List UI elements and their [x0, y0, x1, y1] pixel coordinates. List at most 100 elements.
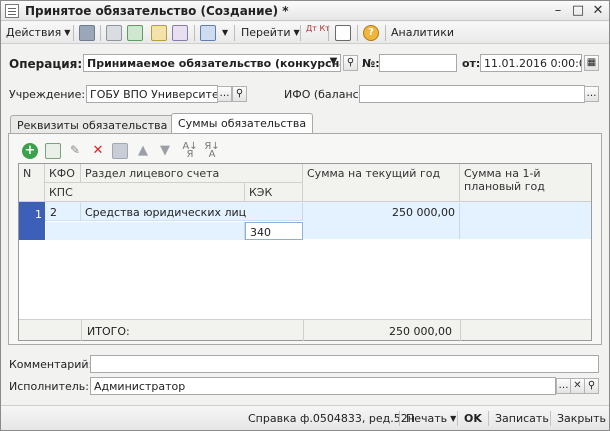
close-button[interactable]: ✕ [589, 3, 607, 19]
goto-menu[interactable]: Перейти ▼ [241, 26, 300, 39]
operation-search-icon[interactable]: ⚲ [343, 55, 358, 71]
footer-divider [460, 320, 461, 341]
goto-label: Перейти [241, 26, 291, 39]
print-label: Печать [406, 412, 448, 425]
bottom-bar: Справка ф.0504833, ред.52н Печать ▼ OK За… [1, 405, 609, 430]
calendar-icon[interactable]: ▦ [584, 55, 599, 71]
document-window: Принятое обязательство (Создание) * – □ … [0, 0, 610, 431]
toolbar-separator [234, 25, 235, 41]
based-on-icon[interactable] [200, 25, 216, 41]
toolbar-separator [300, 25, 301, 41]
help-icon[interactable]: ? [363, 25, 379, 41]
number-label: №: [362, 57, 380, 70]
print-menu[interactable]: Печать ▼ [406, 412, 456, 425]
dt-kt-icon[interactable]: Дт Кт [306, 25, 330, 33]
bottom-separator [399, 411, 400, 426]
reference-button[interactable]: Справка ф.0504833, ред.52н [248, 412, 415, 425]
document-icon [5, 4, 19, 18]
toolbar-separator [357, 25, 358, 41]
analytics-button[interactable]: Аналитики [391, 26, 454, 39]
cell-kps[interactable] [46, 222, 245, 240]
journal-icon[interactable] [335, 25, 351, 41]
total-sum-plan1 [462, 322, 587, 328]
column-header-kps[interactable]: КПС [45, 183, 245, 202]
column-header-sum-current[interactable]: Сумма на текущий год [303, 164, 460, 202]
column-header-n[interactable]: N [19, 164, 45, 202]
maximize-button[interactable]: □ [569, 3, 587, 19]
minimize-button[interactable]: – [549, 3, 567, 19]
toolbar: Действия ▼ ▼ Перейти ▼ Дт Кт ? Аналитики [1, 22, 609, 44]
toolbar-separator [385, 25, 386, 41]
window-title: Принятое обязательство (Создание) * [25, 4, 289, 18]
bottom-separator [457, 411, 458, 426]
executor-search-icon[interactable]: ⚲ [584, 378, 599, 394]
row-number: 1 [35, 208, 42, 221]
date-field[interactable]: 11.01.2016 0:00:00 [480, 54, 582, 72]
executor-clear-icon[interactable]: ✕ [570, 378, 585, 394]
based-on-dropdown[interactable]: ▼ [219, 26, 228, 39]
institution-label: Учреждение: [9, 88, 86, 101]
column-header-kek[interactable]: КЭК [245, 183, 303, 202]
move-down-icon[interactable]: ▼ [157, 143, 173, 159]
executor-field[interactable]: Администратор [90, 377, 556, 395]
executor-select-icon[interactable]: … [556, 378, 571, 394]
comment-field[interactable] [90, 355, 599, 373]
operation-label: Операция: [9, 57, 83, 71]
ifo-label: ИФО (баланс): [284, 88, 367, 101]
unpost-document-icon[interactable] [172, 25, 188, 41]
chevron-down-icon: ▼ [64, 28, 71, 37]
total-sum-current: 250 000,00 [389, 325, 452, 338]
sort-descending-icon[interactable]: Я↓ A [204, 142, 220, 160]
edit-row-icon[interactable]: ✎ [67, 143, 83, 159]
copy-icon[interactable] [106, 25, 122, 41]
cell-sum-current[interactable]: 250 000,00 [303, 203, 460, 239]
executor-label: Исполнитель: [9, 380, 89, 393]
ifo-field[interactable] [359, 85, 585, 103]
cell-kfo[interactable]: 2 [46, 203, 81, 221]
cell-section[interactable]: Средства юридических лиц [81, 203, 303, 221]
post-document-icon[interactable] [151, 25, 167, 41]
operation-dropdown-icon[interactable]: ▼ [326, 55, 341, 71]
delete-row-icon[interactable]: ✕ [90, 143, 106, 159]
refresh-icon[interactable] [127, 25, 143, 41]
toolbar-separator [328, 25, 329, 41]
row-selector[interactable]: 1 [19, 202, 45, 240]
add-row-icon[interactable]: + [22, 143, 38, 159]
ok-button[interactable]: OK [464, 412, 482, 425]
save-button[interactable]: Записать [495, 412, 549, 425]
tab-requisites[interactable]: Реквизиты обязательства [10, 115, 175, 134]
total-label: ИТОГО: [87, 325, 130, 338]
institution-select-icon[interactable]: … [217, 86, 232, 102]
actions-label: Действия [6, 26, 62, 39]
close-form-button[interactable]: Закрыть [557, 412, 606, 425]
column-header-kfo[interactable]: КФО [45, 164, 81, 183]
institution-field[interactable]: ГОБУ ВПО Университет [86, 85, 218, 103]
footer-divider [303, 320, 304, 341]
toolbar-separator [194, 25, 195, 41]
tab-sums[interactable]: Суммы обязательства [171, 113, 314, 134]
toolbar-separator [73, 25, 74, 41]
move-up-icon[interactable]: ▲ [135, 143, 151, 159]
title-bar: Принятое обязательство (Создание) * – □ … [1, 1, 609, 21]
operation-field[interactable]: Принимаемое обязательство (конкурсная [83, 54, 341, 72]
cell-sum-plan1[interactable] [460, 203, 591, 239]
comment-label: Комментарий: [9, 358, 93, 371]
institution-search-icon[interactable]: ⚲ [232, 86, 247, 102]
toolbar-separator [100, 25, 101, 41]
column-header-section[interactable]: Раздел лицевого счета [81, 164, 303, 183]
number-field[interactable] [379, 54, 457, 72]
table-footer: ИТОГО: 250 000,00 [19, 319, 591, 341]
save-icon[interactable] [79, 25, 95, 41]
ifo-select-icon[interactable]: … [584, 86, 599, 102]
table-row[interactable]: 1 2 Средства юридических лиц 250 000,00 … [19, 202, 591, 240]
footer-divider [81, 320, 82, 341]
bottom-separator [550, 411, 551, 426]
date-label: от: [462, 57, 481, 70]
copy-row-icon[interactable] [45, 143, 61, 159]
column-header-sum-plan1[interactable]: Сумма на 1-й плановый год [460, 164, 591, 202]
cell-kek[interactable]: 340 [245, 222, 303, 240]
sums-table[interactable]: N КФО Раздел лицевого счета Сумма на тек… [18, 163, 592, 341]
actions-menu[interactable]: Действия ▼ [6, 26, 70, 39]
end-edit-icon[interactable] [112, 143, 128, 159]
sort-ascending-icon[interactable]: A↓ Я [182, 142, 198, 160]
